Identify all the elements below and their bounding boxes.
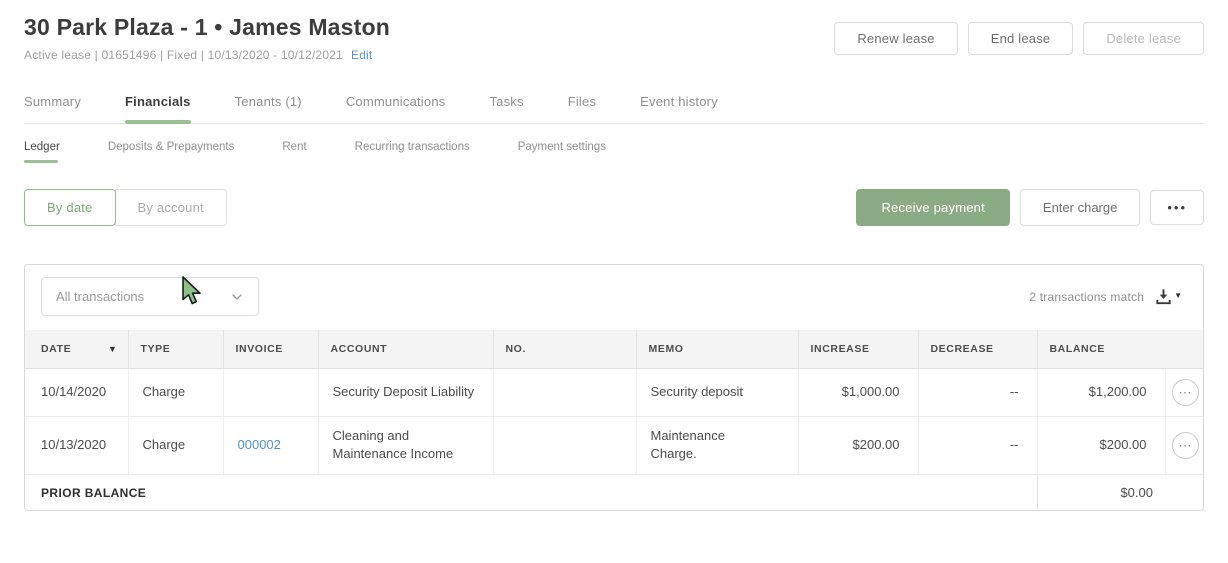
by-account-toggle[interactable]: By account — [114, 189, 227, 226]
cell-memo: Security deposit — [636, 368, 799, 417]
transaction-filter-value: All transactions — [56, 289, 145, 304]
transactions-filter-bar: All transactions 2 transactions match ▼ — [25, 265, 1203, 330]
column-header-decrease[interactable]: DECREASE — [918, 330, 1038, 369]
download-icon — [1156, 289, 1171, 305]
lease-meta-text: Active lease | 01651496 | Fixed | 10/13/… — [24, 48, 343, 62]
cell-type: Charge — [128, 416, 224, 476]
ledger-action-buttons: Receive payment Enter charge ••• — [856, 189, 1204, 226]
row-more-options-button[interactable]: ⋯ — [1171, 378, 1199, 406]
main-tabs: Summary Financials Tenants (1) Communica… — [24, 88, 1204, 124]
ledger-header-row: DATE ▼ TYPE INVOICE ACCOUNT NO. MEMO INCR… — [25, 330, 1203, 369]
tab-summary[interactable]: Summary — [24, 88, 103, 123]
cell-no — [493, 416, 637, 476]
subtab-deposits-prepayments[interactable]: Deposits & Prepayments — [108, 141, 235, 163]
enter-charge-button[interactable]: Enter charge — [1019, 189, 1141, 226]
lease-action-buttons: Renew lease End lease Delete lease — [834, 22, 1204, 55]
cell-increase: $200.00 — [798, 416, 919, 476]
view-toggle: By date By account — [24, 189, 227, 226]
subtab-ledger[interactable]: Ledger — [24, 141, 60, 163]
column-header-memo[interactable]: MEMO — [636, 330, 799, 369]
cell-account: Cleaning and Maintenance Income — [318, 416, 494, 476]
prior-balance-row: PRIOR BALANCE $0.00 — [25, 474, 1203, 511]
column-header-date[interactable]: DATE ▼ — [25, 330, 129, 369]
more-options-icon: ••• — [1167, 200, 1187, 215]
subtab-recurring-transactions[interactable]: Recurring transactions — [355, 141, 470, 163]
column-header-increase[interactable]: INCREASE — [798, 330, 919, 369]
sort-caret-icon: ▼ — [107, 344, 118, 354]
tab-communications[interactable]: Communications — [324, 88, 468, 123]
match-area: 2 transactions match ▼ — [1029, 287, 1187, 306]
cell-actions: ⋯ — [1165, 416, 1203, 476]
prior-balance-label: PRIOR BALANCE — [25, 474, 1037, 511]
tab-tasks[interactable]: Tasks — [467, 88, 545, 123]
prior-balance-value: $0.00 — [1036, 474, 1203, 511]
column-header-no[interactable]: NO. — [493, 330, 637, 369]
chevron-down-icon — [232, 293, 242, 300]
page-header: 30 Park Plaza - 1 • James Maston Active … — [24, 14, 1204, 62]
table-row: 10/13/2020 Charge 000002 Cleaning and Ma… — [25, 416, 1203, 476]
cell-balance: $200.00 — [1037, 416, 1166, 476]
lease-title-block: 30 Park Plaza - 1 • James Maston Active … — [24, 14, 390, 62]
cell-account: Security Deposit Liability — [318, 368, 494, 417]
page-title: 30 Park Plaza - 1 • James Maston — [24, 14, 391, 40]
lease-ledger-page: 30 Park Plaza - 1 • James Maston Active … — [0, 0, 1228, 563]
column-header-balance[interactable]: BALANCE — [1037, 330, 1203, 369]
transaction-filter-dropdown[interactable]: All transactions — [41, 277, 259, 316]
cell-increase: $1,000.00 — [798, 368, 919, 417]
subtab-rent[interactable]: Rent — [282, 141, 306, 163]
tab-financials[interactable]: Financials — [103, 88, 213, 124]
tab-files[interactable]: Files — [546, 88, 618, 123]
transactions-card: All transactions 2 transactions match ▼ — [24, 264, 1204, 512]
cell-actions: ⋯ — [1165, 368, 1203, 417]
cell-no — [493, 368, 637, 417]
row-more-options-button[interactable]: ⋯ — [1171, 431, 1199, 459]
table-row: 10/14/2020 Charge Security Deposit Liabi… — [25, 368, 1203, 417]
edit-lease-link[interactable]: Edit — [351, 48, 372, 62]
cell-decrease: -- — [918, 368, 1038, 417]
more-options-button[interactable]: ••• — [1150, 190, 1204, 225]
row-ellipsis-icon: ⋯ — [1178, 384, 1192, 400]
cell-memo: Maintenance Charge. — [636, 416, 799, 476]
end-lease-button[interactable]: End lease — [967, 22, 1074, 55]
subtab-payment-settings[interactable]: Payment settings — [518, 141, 606, 163]
financials-subtabs: Ledger Deposits & Prepayments Rent Recur… — [24, 141, 1204, 163]
column-header-invoice[interactable]: INVOICE — [223, 330, 319, 369]
cell-type: Charge — [128, 368, 224, 417]
lease-meta: Active lease | 01651496 | Fixed | 10/13/… — [24, 48, 390, 62]
cell-date: 10/13/2020 — [25, 416, 129, 476]
cell-balance: $1,200.00 — [1037, 368, 1166, 417]
cell-date: 10/14/2020 — [25, 368, 129, 417]
delete-lease-button[interactable]: Delete lease — [1083, 22, 1204, 55]
download-button[interactable]: ▼ — [1154, 287, 1187, 306]
download-caret-icon: ▼ — [1174, 291, 1182, 300]
cell-invoice-link[interactable]: 000002 — [223, 416, 319, 476]
tab-event-history[interactable]: Event history — [618, 88, 740, 123]
cell-decrease: -- — [918, 416, 1038, 476]
ledger-controls: By date By account Receive payment Enter… — [24, 189, 1204, 226]
receive-payment-button[interactable]: Receive payment — [856, 189, 1010, 226]
tab-tenants[interactable]: Tenants (1) — [213, 88, 324, 123]
column-header-type[interactable]: TYPE — [128, 330, 224, 369]
by-date-toggle[interactable]: By date — [24, 189, 116, 226]
cell-invoice — [223, 368, 319, 417]
transactions-match-text: 2 transactions match — [1029, 289, 1145, 304]
renew-lease-button[interactable]: Renew lease — [834, 22, 958, 55]
column-header-account[interactable]: ACCOUNT — [318, 330, 494, 369]
row-ellipsis-icon: ⋯ — [1178, 437, 1192, 453]
ledger-table: DATE ▼ TYPE INVOICE ACCOUNT NO. MEMO INCR… — [25, 330, 1203, 511]
